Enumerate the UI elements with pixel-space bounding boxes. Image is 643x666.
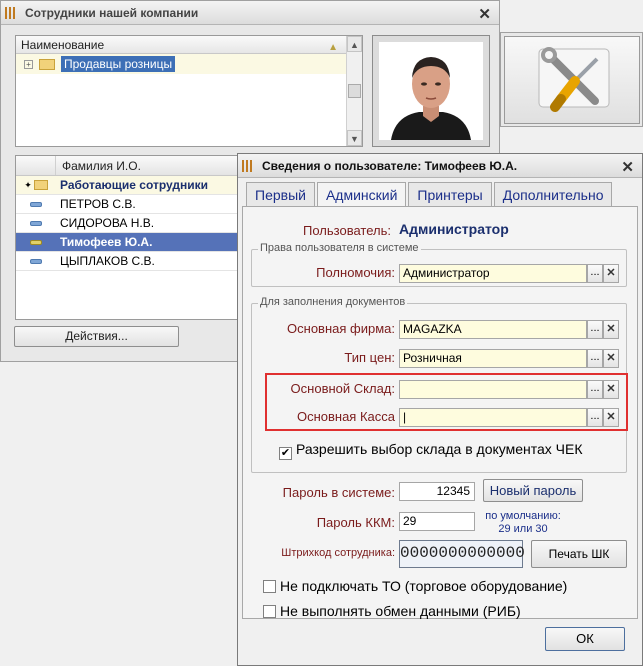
wrench-screwdriver-icon [538,47,610,112]
kkm-field[interactable]: 29 [399,512,475,531]
scroll-down-icon[interactable]: ▼ [347,130,362,146]
authority-field[interactable]: Администратор [399,264,587,283]
employees-titlebar: Сотрудники нашей компании ✕ [1,1,499,25]
tree-header-label: Наименование [21,38,105,52]
tree-scrollbar[interactable]: ▲ ▼ [346,36,362,146]
employees-table: Фамилия И.О. ✦ Работающие сотрудники ПЕТ… [15,155,250,320]
no-equipment-label: Не подключать ТО (торговое оборудование) [280,578,568,594]
table-row-label: Тимофеев Ю.А. [60,235,153,249]
dialog-title: Сведения о пользователе: Тимофеев Ю.А. [262,158,518,173]
tools-button[interactable] [504,36,640,124]
table-row-label: ЦЫПЛАКОВ С.В. [60,254,155,268]
user-label: Пользователь: [303,223,391,238]
warehouse-field[interactable] [399,380,587,399]
sort-icon: ▲ [328,42,338,53]
table-header-name: Фамилия И.О. [62,158,141,173]
employee-icon [30,220,42,226]
default-note-1: по умолчанию: [485,510,561,522]
price-type-label: Тип цен: [344,350,395,365]
checkbox-box [263,580,276,593]
folder-icon [39,58,55,70]
warehouse-clear-icon[interactable]: ✕ [603,380,619,399]
employee-photo-frame [372,35,490,147]
table-header[interactable]: Фамилия И.О. [16,156,249,176]
expand-icon[interactable]: + [24,59,33,69]
employee-icon [30,201,42,207]
table-row-label: Работающие сотрудники [60,178,209,192]
authority-clear-icon[interactable]: ✕ [603,264,619,283]
close-icon[interactable]: ✕ [478,5,491,23]
folder-icon: ✦ [16,180,56,191]
no-exchange-checkbox[interactable]: Не выполнять обмен данными (РИБ) [263,603,521,619]
close-icon[interactable]: ✕ [621,158,634,176]
admin-tab-panel: Пользователь: Администратор Права пользо… [242,206,638,619]
authority-label: Полномочия: [316,265,395,280]
employee-icon [30,239,42,245]
allow-warehouse-checkbox[interactable]: ✔ Разрешить выбор склада в документах ЧЕК [279,441,583,460]
default-note-2: 29 или 30 [498,523,548,535]
actions-button[interactable]: Действия... [14,326,179,347]
warehouse-select-button[interactable]: ... [587,380,603,399]
dialog-tabs: Первый Админский Принтеры Дополнительно [246,182,614,207]
ok-button[interactable]: ОК [545,627,625,651]
firm-clear-icon[interactable]: ✕ [603,320,619,339]
scroll-up-icon[interactable]: ▲ [347,36,362,52]
table-row-label: ПЕТРОВ С.В. [60,197,136,211]
firm-select-button[interactable]: ... [587,320,603,339]
password-label: Пароль в системе: [282,485,395,500]
user-value: Администратор [399,221,509,237]
table-row[interactable]: СИДОРОВА Н.В. [16,214,249,233]
table-row-label: СИДОРОВА Н.В. [60,216,155,230]
employee-photo[interactable] [379,42,483,140]
tree-item[interactable]: + Продавцы розницы [16,54,362,74]
kkm-label: Пароль ККМ: [316,515,395,530]
tools-panel [500,32,643,127]
tab-additional[interactable]: Дополнительно [493,182,613,206]
allow-warehouse-label: Разрешить выбор склада в документах ЧЕК [296,441,583,457]
docs-group-title: Для заполнения документов [258,296,408,308]
dialog-titlebar: Сведения о пользователе: Тимофеев Ю.А. ✕ [238,154,642,178]
new-password-button[interactable]: Новый пароль [483,479,583,502]
table-row[interactable]: ПЕТРОВ С.В. [16,195,249,214]
no-equipment-checkbox[interactable]: Не подключать ТО (торговое оборудование) [263,578,567,594]
groups-tree: Наименование ▲ + Продавцы розницы ▲ ▼ [15,35,363,147]
cashbox-field[interactable]: | [399,408,587,427]
table-row-group[interactable]: ✦ Работающие сотрудники [16,176,249,195]
table-row[interactable]: ЦЫПЛАКОВ С.В. [16,252,249,271]
cashbox-clear-icon[interactable]: ✕ [603,408,619,427]
barcode-label: Штрихкод сотрудника: [281,547,395,559]
firm-label: Основная фирма: [287,321,395,336]
cashbox-select-button[interactable]: ... [587,408,603,427]
print-barcode-button[interactable]: Печать ШК [531,540,627,568]
firm-field[interactable]: MAGAZKA [399,320,587,339]
no-exchange-label: Не выполнять обмен данными (РИБ) [280,603,521,619]
tab-admin[interactable]: Админский [316,182,407,207]
employees-title: Сотрудники нашей компании [25,5,199,20]
person-photo-icon [379,42,483,140]
tree-item-label: Продавцы розницы [61,56,176,72]
password-field[interactable]: 12345 [399,482,475,501]
employee-icon [30,258,42,264]
table-row-selected[interactable]: Тимофеев Ю.А. [16,233,249,252]
user-info-dialog: Сведения о пользователе: Тимофеев Ю.А. ✕… [237,153,643,666]
scroll-thumb[interactable] [348,84,361,98]
price-type-select-button[interactable]: ... [587,349,603,368]
price-type-field[interactable]: Розничная [399,349,587,368]
tree-header[interactable]: Наименование ▲ [16,36,362,54]
cashbox-label: Основная Касса [296,409,395,424]
warehouse-label: Основной Склад: [290,381,395,396]
tab-printers[interactable]: Принтеры [408,182,492,206]
table-header-icon-col [16,156,56,175]
check-icon: ✔ [279,447,292,460]
checkbox-box [263,605,276,618]
app-icon [5,6,19,19]
authority-select-button[interactable]: ... [587,264,603,283]
barcode-field[interactable]: 0000000000000 [399,540,525,568]
price-type-clear-icon[interactable]: ✕ [603,349,619,368]
tab-first[interactable]: Первый [246,182,315,206]
app-icon [242,159,256,172]
rights-group-title: Права пользователя в системе [258,242,421,254]
